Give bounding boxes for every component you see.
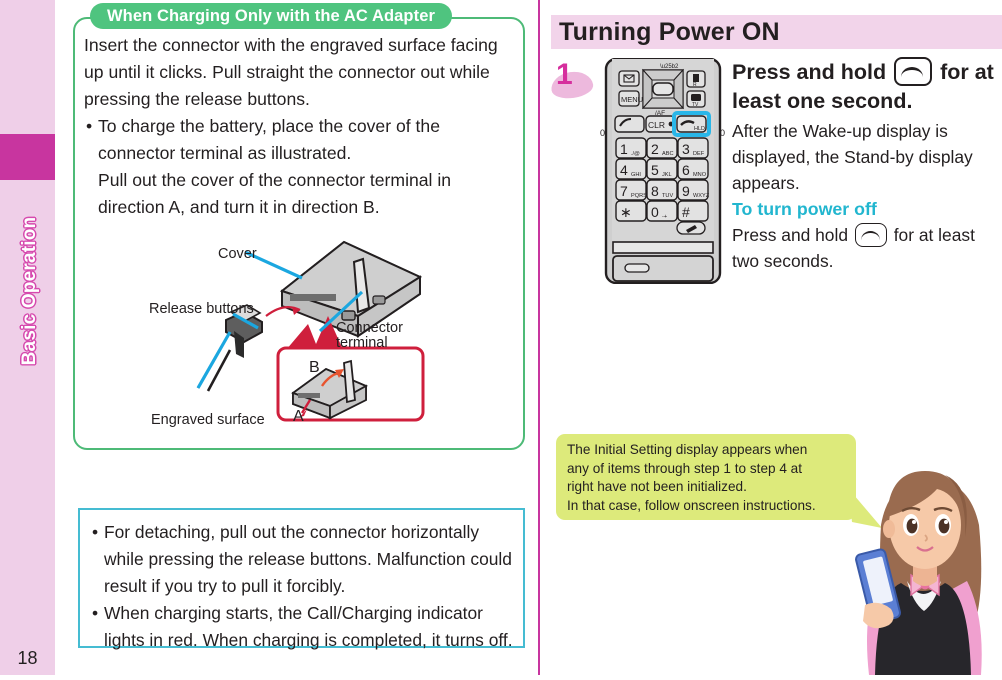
end-call-key-icon (894, 57, 933, 86)
label-direction-b: B (309, 359, 320, 376)
callout-line-1: The Initial Setting display appears when (567, 442, 808, 457)
end-call-key-icon (854, 223, 887, 247)
keypad-key-number: 3 (682, 141, 690, 157)
list-item: • When charging starts, the Call/Chargin… (90, 600, 515, 654)
keypad-key-sublabel: ./@ (631, 151, 640, 157)
keypad-key-sublabel: GHI (631, 172, 641, 178)
keypad-key-sublabel: MNO (693, 172, 707, 178)
charging-note-list: • For detaching, pull out the connector … (90, 519, 515, 654)
step-subbody-before: Press and hold (732, 225, 849, 245)
keypad-key-sublabel: -+ (662, 214, 667, 220)
bullet-line-2: Pull out the cover of the connector term… (98, 170, 452, 217)
label-release-buttons: Release buttons (149, 301, 254, 317)
woman-illustration-svg (855, 471, 982, 675)
connector-illustration: Cover Release buttons Connector terminal… (130, 228, 430, 443)
phone-keypad-illustration: 0 0 MENU R TV \u25b2 /AF CLR HLD 1 ./@ 2… (598, 57, 728, 285)
column-divider (538, 0, 540, 675)
label-cover: Cover (218, 246, 257, 262)
callout-line-3: right have not been initialized. (567, 479, 747, 495)
step-body-text: After the Wake-up display is displayed, … (732, 121, 973, 193)
handset-glyph (860, 231, 880, 242)
svg-text:\u25b2: \u25b2 (660, 64, 679, 70)
page-title: Turning Power ON (551, 15, 1002, 49)
bullet-dot: • (92, 522, 99, 542)
label-connector-terminal-2: terminal (336, 335, 388, 351)
page-number: 18 (17, 648, 38, 668)
step-instruction-body: Press and hold for at least one second. … (732, 57, 1000, 274)
callout-line-2: any of items through step 1 to step 4 at (567, 460, 803, 476)
label-engraved-surface: Engraved surface (151, 412, 265, 428)
step-subbody: Press and hold for at least two seconds. (732, 222, 1000, 274)
label-direction-a: A (293, 408, 304, 425)
step-number-badge: 1 (548, 58, 596, 102)
charging-note-body: • For detaching, pull out the connector … (90, 519, 515, 654)
svg-text:0: 0 (720, 128, 725, 138)
svg-text:R: R (693, 82, 697, 88)
connector-plug (196, 304, 263, 392)
step-subheading: To turn power off (732, 199, 877, 219)
step-heading-before: Press and hold (732, 60, 887, 84)
handset-glyph (901, 67, 924, 79)
svg-text:0: 0 (600, 128, 605, 138)
charging-note-text-1: For detaching, pull out the connector ho… (104, 522, 512, 596)
list-item: • To charge the battery, place the cover… (84, 113, 514, 221)
bullet-dot: • (86, 116, 93, 136)
keypad-key-sublabel: PQRS (631, 193, 647, 199)
sidebar-section-label: Basic Operation (19, 216, 40, 366)
keypad-key-number: # (682, 204, 690, 220)
keypad-key-sublabel: TUV (662, 193, 673, 199)
keypad-key-number: 2 (651, 141, 659, 157)
ac-adapter-body: Insert the connector with the engraved s… (84, 32, 514, 221)
ac-adapter-section-tab: When Charging Only with the AC Adapter (90, 3, 452, 29)
step-number: 1 (556, 58, 573, 91)
keypad-key-number: 6 (682, 162, 690, 178)
initial-setting-callout-text: The Initial Setting display appears when… (567, 441, 852, 515)
ac-adapter-paragraph: Insert the connector with the engraved s… (84, 35, 498, 109)
keypad-key-number: 7 (620, 183, 628, 199)
svg-text:TV: TV (692, 102, 699, 108)
keypad-key-sublabel: ABC (662, 151, 674, 157)
charging-note-text-2: When charging starts, the Call/Charging … (104, 603, 513, 650)
step-heading: Press and hold for at least one second. (732, 57, 1000, 116)
label-connector-terminal-1: Connector (336, 320, 403, 336)
bullet-dot: • (92, 603, 99, 623)
list-item: • For detaching, pull out the connector … (90, 519, 515, 600)
svg-text:CLR: CLR (648, 120, 665, 130)
svg-text:HLD: HLD (694, 126, 705, 132)
phone-keypad-svg: 0 0 MENU R TV \u25b2 /AF CLR HLD 1 ./@ 2… (600, 57, 725, 285)
section-tab-sidebar: Basic Operation 18 (0, 0, 55, 675)
initial-setting-callout: The Initial Setting display appears when… (556, 434, 856, 520)
keypad-key-number: 9 (682, 183, 690, 199)
ac-adapter-section-tab-label: When Charging Only with the AC Adapter (107, 6, 435, 25)
keypad-key-sublabel: WXYZ (693, 193, 710, 199)
woman-holding-phone-illustration (845, 455, 1002, 675)
keypad-key-number: 0 (651, 204, 659, 220)
keypad-key-number: ∗ (620, 204, 632, 220)
keypad-key-sublabel: DEF (693, 151, 705, 157)
keypad-key-number: 5 (651, 162, 659, 178)
charging-note-box: • For detaching, pull out the connector … (78, 508, 525, 650)
bullet-line-1: To charge the battery, place the cover o… (98, 116, 440, 163)
ac-adapter-bullet-list: • To charge the battery, place the cover… (84, 113, 514, 221)
svg-text:MENU: MENU (621, 95, 643, 104)
keypad-key-sublabel: JKL (662, 172, 672, 178)
callout-line-4: In that case, follow onscreen instructio… (567, 497, 816, 513)
keypad-key-number: 8 (651, 183, 659, 199)
keypad-key-number: 4 (620, 162, 628, 178)
keypad-key-number: 1 (620, 141, 628, 157)
page-title-text: Turning Power ON (559, 17, 780, 46)
